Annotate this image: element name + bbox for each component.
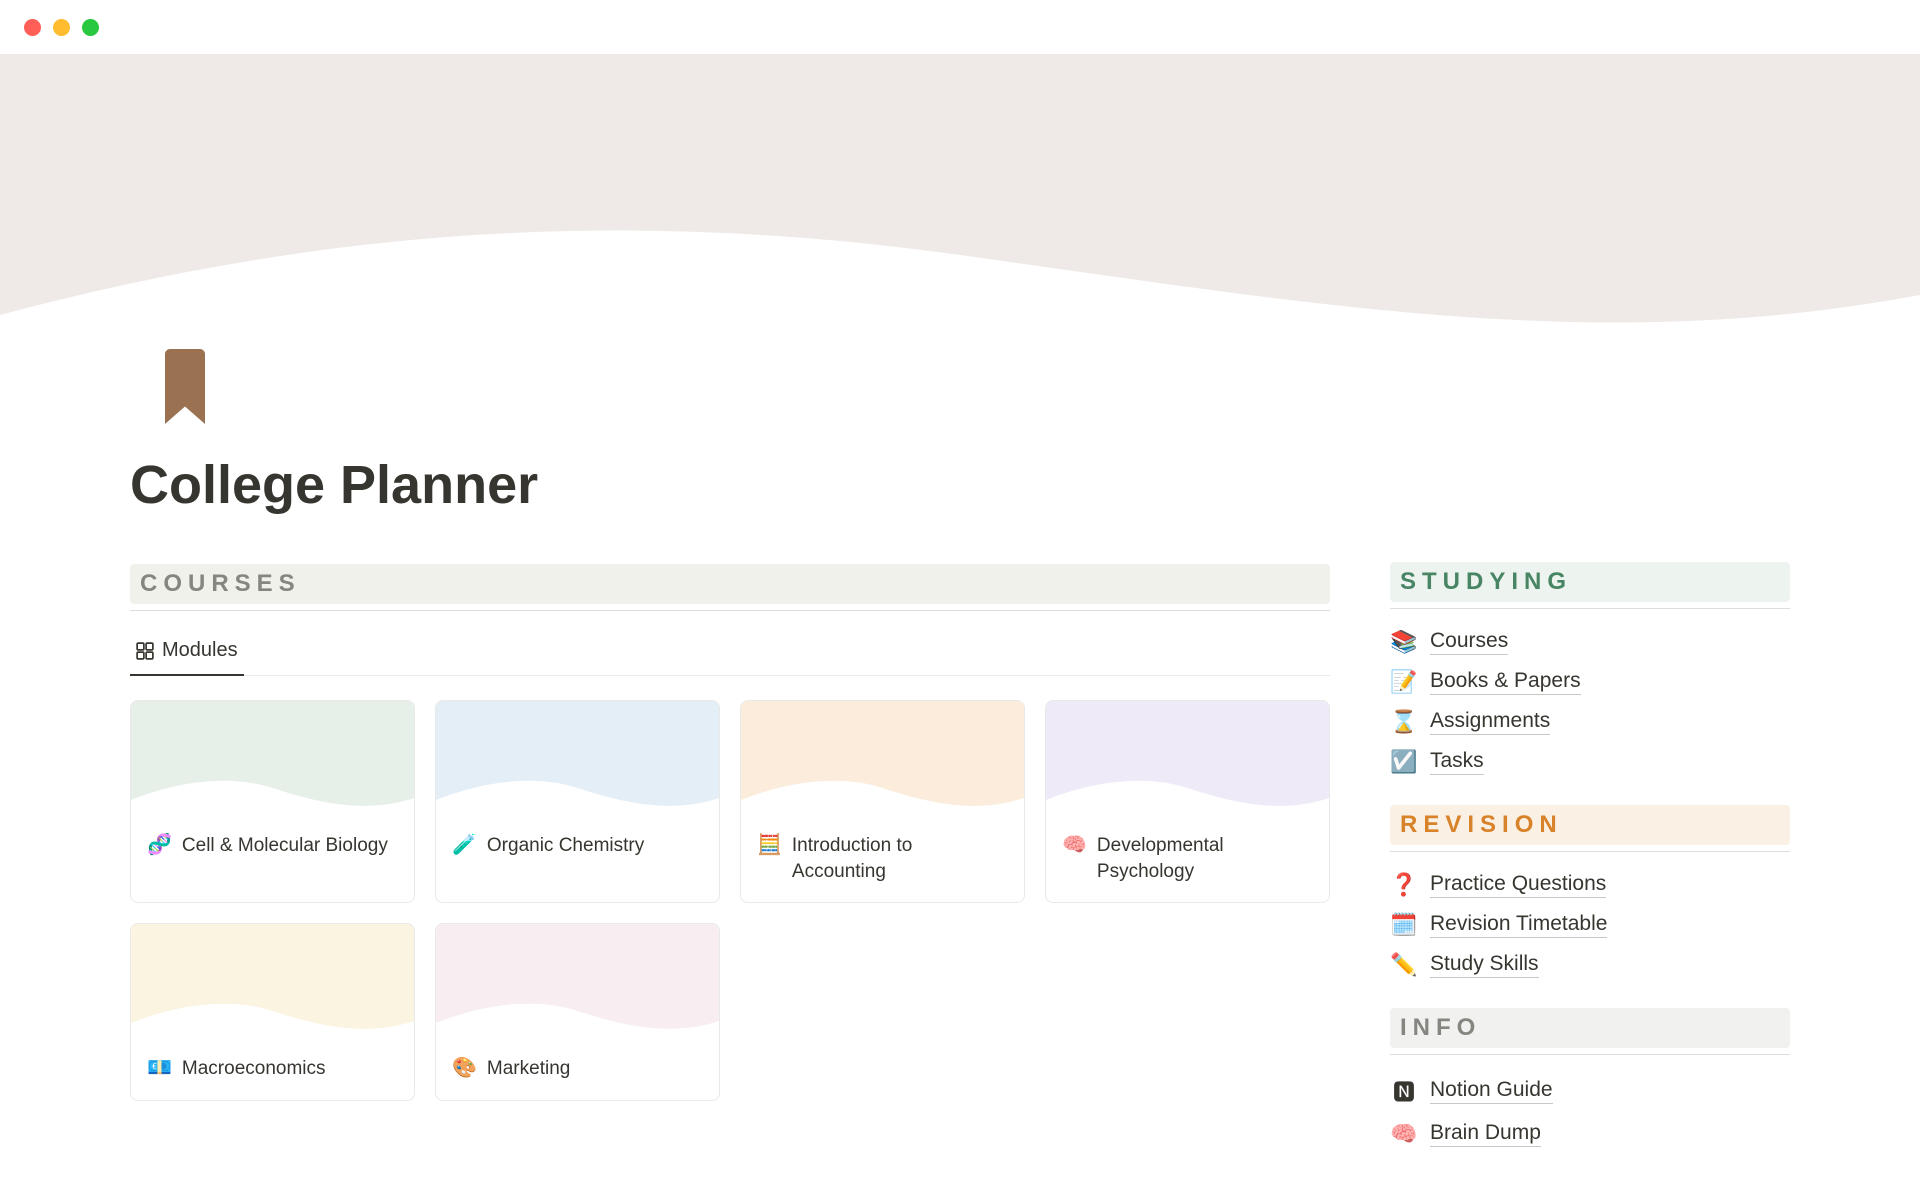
sidebar-link[interactable]: 🧠 Brain Dump <box>1390 1121 1790 1147</box>
link-emoji-icon: 🗓️ <box>1390 912 1418 938</box>
section-header-courses: COURSES <box>130 564 1330 604</box>
link-emoji-icon: 📚 <box>1390 629 1418 655</box>
section-header-studying: STUDYING <box>1390 562 1790 602</box>
section-header-revision: REVISION <box>1390 805 1790 845</box>
module-title: Organic Chemistry <box>487 833 644 859</box>
module-card[interactable]: 🧠 Developmental Psychology <box>1045 700 1330 903</box>
link-label: Courses <box>1430 629 1508 655</box>
module-emoji-icon: 🧪 <box>452 833 477 857</box>
link-emoji-icon: ☑️ <box>1390 749 1418 775</box>
sidebar-link[interactable]: ☑️ Tasks <box>1390 749 1790 775</box>
sidebar-link[interactable]: ✏️ Study Skills <box>1390 952 1790 978</box>
info-links: 🅽 Notion Guide 🧠 Brain Dump <box>1390 1075 1790 1147</box>
module-card[interactable]: 🎨 Marketing <box>435 923 720 1101</box>
module-emoji-icon: 🧠 <box>1062 833 1087 857</box>
module-title: Marketing <box>487 1056 570 1082</box>
divider <box>1390 1054 1790 1055</box>
sidebar-link[interactable]: ❓ Practice Questions <box>1390 872 1790 898</box>
module-title: Cell & Molecular Biology <box>182 833 388 859</box>
module-card[interactable]: 🧬 Cell & Molecular Biology <box>130 700 415 903</box>
gallery-view-icon <box>136 642 154 660</box>
maximize-window-button[interactable] <box>82 19 99 36</box>
link-emoji-icon: ⌛ <box>1390 709 1418 735</box>
link-label: Brain Dump <box>1430 1121 1541 1147</box>
link-label: Books & Papers <box>1430 669 1581 695</box>
tab-modules[interactable]: Modules <box>130 631 244 676</box>
module-emoji-icon: 🎨 <box>452 1056 477 1080</box>
module-title: Introduction to Accounting <box>792 833 1008 884</box>
tab-label: Modules <box>162 639 238 662</box>
sidebar-link[interactable]: 🗓️ Revision Timetable <box>1390 912 1790 938</box>
database-tabs: Modules <box>130 631 1330 676</box>
sidebar-link[interactable]: 📚 Courses <box>1390 629 1790 655</box>
link-label: Notion Guide <box>1430 1078 1553 1104</box>
sidebar-link[interactable]: 🅽 Notion Guide <box>1390 1075 1790 1107</box>
section-header-info: INFO <box>1390 1008 1790 1048</box>
card-cover <box>131 701 414 819</box>
page-cover <box>0 54 1920 374</box>
link-label: Tasks <box>1430 749 1484 775</box>
module-emoji-icon: 💶 <box>147 1056 172 1080</box>
module-emoji-icon: 🧮 <box>757 833 782 857</box>
window-titlebar <box>0 0 1920 54</box>
link-emoji-icon: 📝 <box>1390 669 1418 695</box>
link-label: Practice Questions <box>1430 872 1606 898</box>
close-window-button[interactable] <box>24 19 41 36</box>
divider <box>1390 851 1790 852</box>
cover-wave-decoration <box>0 195 1920 375</box>
card-cover <box>131 924 414 1042</box>
card-cover <box>436 924 719 1042</box>
sidebar-link[interactable]: ⌛ Assignments <box>1390 709 1790 735</box>
module-title: Developmental Psychology <box>1097 833 1313 884</box>
link-label: Revision Timetable <box>1430 912 1607 938</box>
link-emoji-icon: ❓ <box>1390 872 1418 898</box>
modules-gallery: 🧬 Cell & Molecular Biology 🧪 Organic Chemis… <box>130 700 1330 1101</box>
sidebar-link[interactable]: 📝 Books & Papers <box>1390 669 1790 695</box>
revision-links: ❓ Practice Questions 🗓️ Revision Timetable ✏… <box>1390 872 1790 978</box>
link-emoji-icon: ✏️ <box>1390 952 1418 978</box>
minimize-window-button[interactable] <box>53 19 70 36</box>
page-title: College Planner <box>130 454 1330 516</box>
link-emoji-icon: 🧠 <box>1390 1121 1418 1147</box>
module-card[interactable]: 🧮 Introduction to Accounting <box>740 700 1025 903</box>
studying-links: 📚 Courses 📝 Books & Papers ⌛ Assignments ☑️ Tas… <box>1390 629 1790 775</box>
card-cover <box>741 701 1024 819</box>
module-emoji-icon: 🧬 <box>147 833 172 857</box>
page-icon-bookmark[interactable] <box>155 349 215 424</box>
module-title: Macroeconomics <box>182 1056 326 1082</box>
link-label: Assignments <box>1430 709 1550 735</box>
link-emoji-icon: 🅽 <box>1390 1075 1418 1107</box>
card-cover <box>1046 701 1329 819</box>
module-card[interactable]: 💶 Macroeconomics <box>130 923 415 1101</box>
divider <box>130 610 1330 611</box>
card-cover <box>436 701 719 819</box>
divider <box>1390 608 1790 609</box>
link-label: Study Skills <box>1430 952 1539 978</box>
module-card[interactable]: 🧪 Organic Chemistry <box>435 700 720 903</box>
